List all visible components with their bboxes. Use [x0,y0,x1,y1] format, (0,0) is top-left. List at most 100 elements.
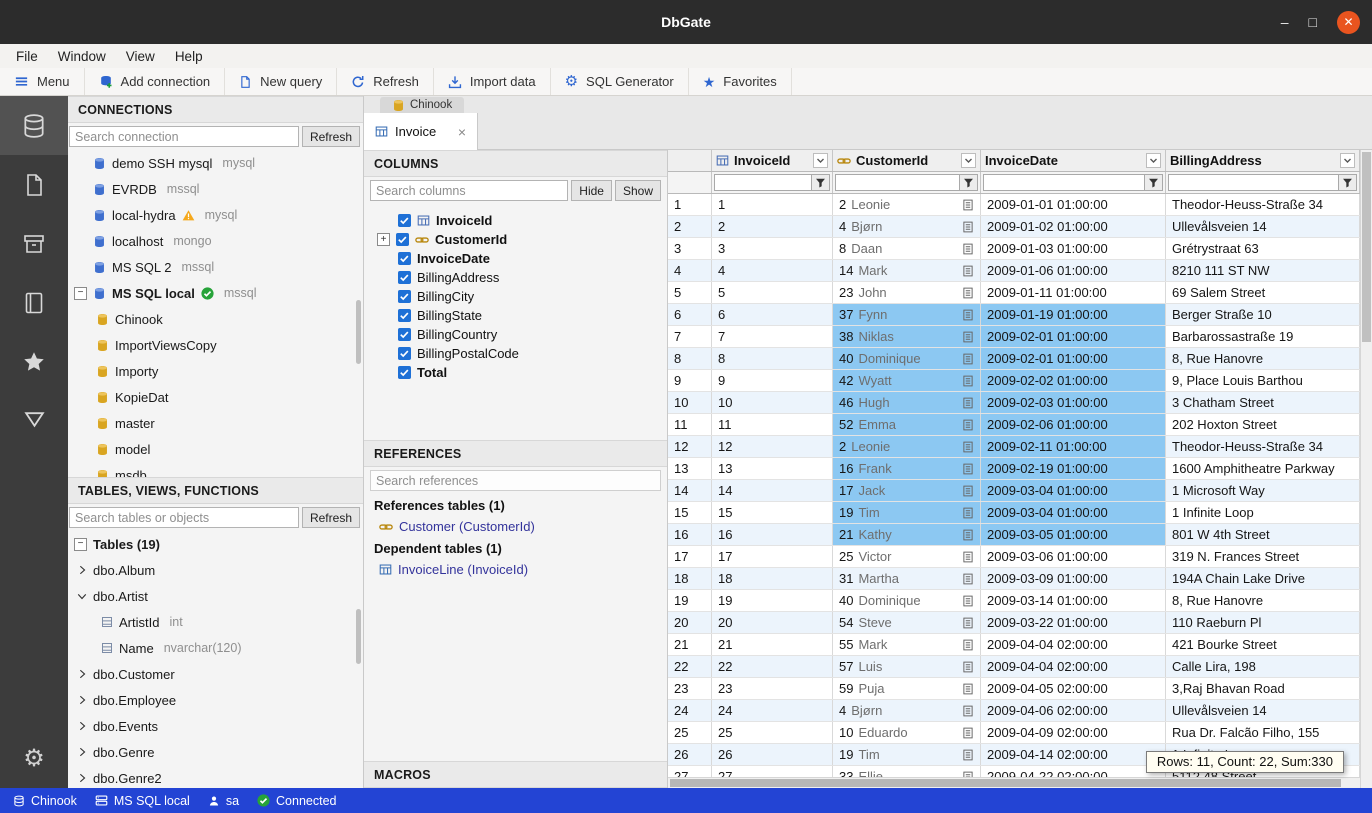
cell-customerid[interactable]: 4Bjørn [833,216,981,237]
chevron-right-icon[interactable] [77,721,87,731]
cell-customerid[interactable]: 2Leonie [833,194,981,215]
checkbox-checked-icon[interactable] [398,366,411,379]
cell-billingaddress[interactable]: Theodor-Heuss-Straße 34 [1166,194,1360,215]
database-master[interactable]: master [68,410,363,436]
cell-billingaddress[interactable]: 1600 Amphitheatre Parkway [1166,458,1360,479]
connection-localhost[interactable]: localhostmongo [68,228,363,254]
row-number[interactable]: 25 [668,722,712,743]
cell-customerid[interactable]: 52Emma [833,414,981,435]
cell-customerid[interactable]: 59Puja [833,678,981,699]
filter-funnel-button[interactable] [1339,174,1357,191]
status-connected[interactable]: Connected [248,794,345,808]
cell-billingaddress[interactable]: 8210 111 ST NW [1166,260,1360,281]
database-chinook[interactable]: Chinook [68,306,363,332]
open-reference-icon[interactable] [962,221,974,233]
open-reference-icon[interactable] [962,727,974,739]
cell-billingaddress[interactable]: Calle Lira, 198 [1166,656,1360,677]
cell-invoiceid[interactable]: 6 [712,304,833,325]
tab-close-icon[interactable]: × [458,124,466,140]
rail-settings-button[interactable]: ⚙ [0,729,68,788]
cell-invoiceid[interactable]: 27 [712,766,833,777]
cell-invoiceid[interactable]: 23 [712,678,833,699]
open-reference-icon[interactable] [962,375,974,387]
reference-customer-customerid[interactable]: Customer (CustomerId) [364,516,667,537]
row-number[interactable]: 9 [668,370,712,391]
open-reference-icon[interactable] [962,749,974,761]
open-reference-icon[interactable] [962,199,974,211]
row-number[interactable]: 8 [668,348,712,369]
cell-customerid[interactable]: 10Eduardo [833,722,981,743]
chevron-right-icon[interactable] [77,773,87,783]
column-dropdown-icon[interactable] [961,153,976,168]
row-number[interactable]: 23 [668,678,712,699]
cell-invoicedate[interactable]: 2009-04-22 02:00:00 [981,766,1166,777]
checkbox-checked-icon[interactable] [396,233,409,246]
cell-invoiceid[interactable]: 3 [712,238,833,259]
cell-customerid[interactable]: 21Kathy [833,524,981,545]
cell-customerid[interactable]: 8Daan [833,238,981,259]
horizontal-scrollbar[interactable] [668,777,1360,788]
column-toggle-billingaddress[interactable]: BillingAddress [364,268,667,287]
cell-invoiceid[interactable]: 24 [712,700,833,721]
row-number[interactable]: 21 [668,634,712,655]
row-number[interactable]: 5 [668,282,712,303]
checkbox-checked-icon[interactable] [398,252,411,265]
open-reference-icon[interactable] [962,309,974,321]
cell-invoiceid[interactable]: 4 [712,260,833,281]
cell-customerid[interactable]: 4Bjørn [833,700,981,721]
cell-customerid[interactable]: 14Mark [833,260,981,281]
column-toggle-invoicedate[interactable]: InvoiceDate [364,249,667,268]
cell-billingaddress[interactable]: 8, Rue Hanovre [1166,590,1360,611]
cell-invoicedate[interactable]: 2009-02-01 01:00:00 [981,326,1166,347]
cell-billingaddress[interactable]: Theodor-Heuss-Straße 34 [1166,436,1360,457]
cell-customerid[interactable]: 54Steve [833,612,981,633]
cell-invoiceid[interactable]: 22 [712,656,833,677]
cell-customerid[interactable]: 23John [833,282,981,303]
cell-invoiceid[interactable]: 21 [712,634,833,655]
show-columns-button[interactable]: Show [615,180,661,201]
cell-billingaddress[interactable]: 194A Chain Lake Drive [1166,568,1360,589]
cell-invoiceid[interactable]: 20 [712,612,833,633]
open-reference-icon[interactable] [962,529,974,541]
checkbox-checked-icon[interactable] [398,309,411,322]
cell-billingaddress[interactable]: 1 Microsoft Way [1166,480,1360,501]
cell-billingaddress[interactable]: Barbarossastraße 19 [1166,326,1360,347]
column-header-invoiceid[interactable]: InvoiceId [712,150,833,171]
cell-invoicedate[interactable]: 2009-01-11 01:00:00 [981,282,1166,303]
open-reference-icon[interactable] [962,419,974,431]
cell-invoicedate[interactable]: 2009-01-01 01:00:00 [981,194,1166,215]
row-number[interactable]: 22 [668,656,712,677]
cell-billingaddress[interactable]: 3,Raj Bhavan Road [1166,678,1360,699]
cell-customerid[interactable]: 57Luis [833,656,981,677]
open-reference-icon[interactable] [962,705,974,717]
table-dbo-customer[interactable]: dbo.Customer [68,661,363,687]
table-dbo-employee[interactable]: dbo.Employee [68,687,363,713]
cell-billingaddress[interactable]: Ullevålsveien 14 [1166,216,1360,237]
row-number[interactable]: 13 [668,458,712,479]
column-toggle-billingcountry[interactable]: BillingCountry [364,325,667,344]
tables-refresh-button[interactable]: Refresh [302,507,360,528]
connections-refresh-button[interactable]: Refresh [302,126,360,147]
open-reference-icon[interactable] [962,551,974,563]
menu-window[interactable]: Window [48,47,116,66]
toolbar-import-data-button[interactable]: Import data [434,68,551,95]
column-toggle-customerid[interactable]: +CustomerId [364,230,667,249]
minimize-button[interactable]: – [1281,14,1289,30]
cell-customerid[interactable]: 25Victor [833,546,981,567]
cell-customerid[interactable]: 16Frank [833,458,981,479]
rail-archive-button[interactable] [0,214,68,273]
filter-input-billingaddress[interactable] [1168,174,1339,191]
cell-invoiceid[interactable]: 5 [712,282,833,303]
row-number[interactable]: 17 [668,546,712,567]
open-reference-icon[interactable] [962,617,974,629]
open-reference-icon[interactable] [962,683,974,695]
menu-view[interactable]: View [116,47,165,66]
checkbox-checked-icon[interactable] [398,214,411,227]
open-reference-icon[interactable] [962,661,974,673]
open-reference-icon[interactable] [962,287,974,299]
row-number[interactable]: 6 [668,304,712,325]
hide-columns-button[interactable]: Hide [571,180,612,201]
cell-invoicedate[interactable]: 2009-01-03 01:00:00 [981,238,1166,259]
rail-history-button[interactable] [0,273,68,332]
rail-filters-button[interactable] [0,391,68,450]
